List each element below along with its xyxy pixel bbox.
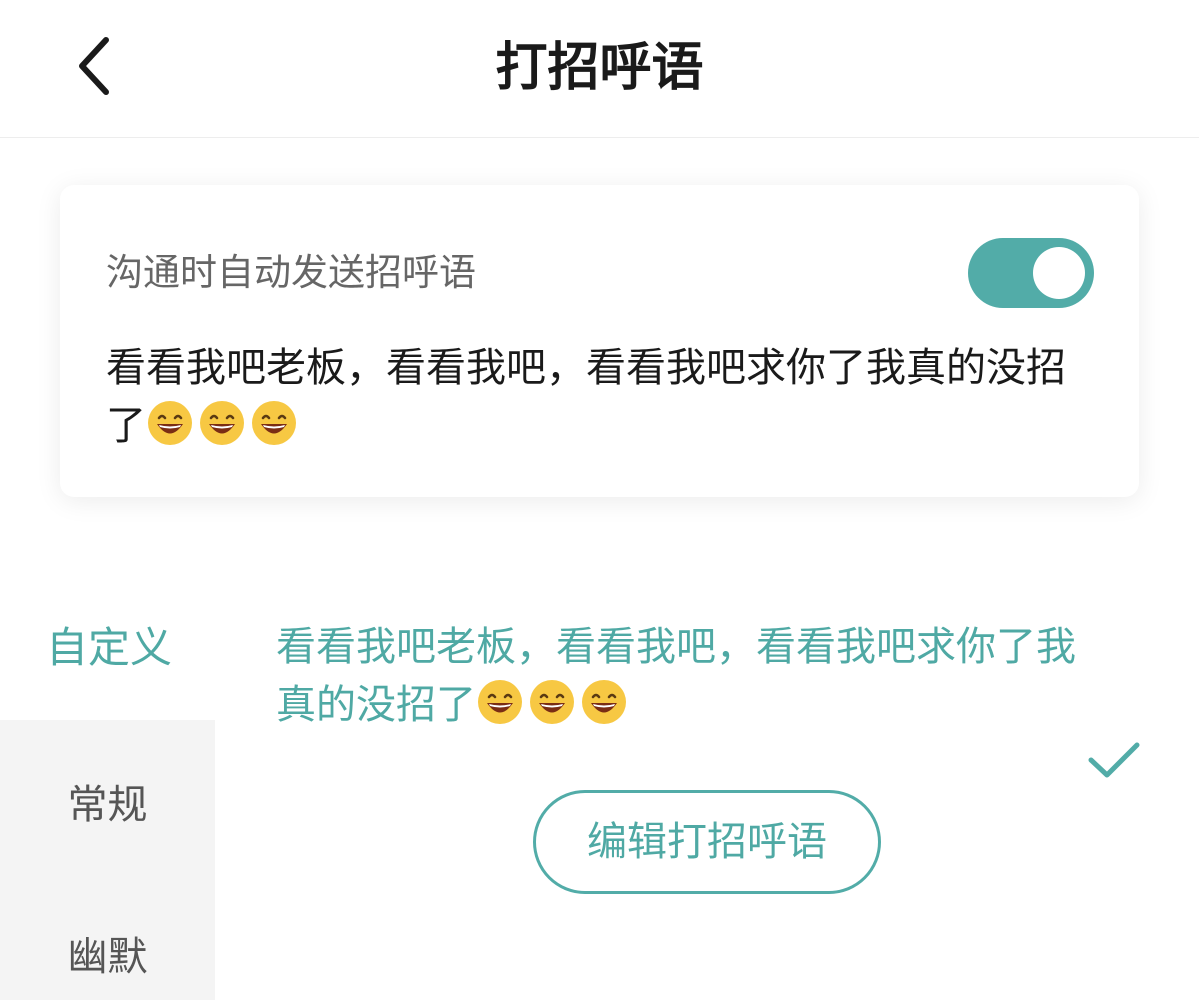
grinning-face-icon: [200, 401, 244, 445]
grinning-face-icon: [582, 680, 626, 724]
auto-send-label: 沟通时自动发送招呼语: [106, 251, 476, 294]
greeting-option-text: 看看我吧老板，看看我吧，看看我吧求你了我真的没招了: [276, 624, 1076, 728]
greeting-option-item[interactable]: 看看我吧老板，看看我吧，看看我吧求你了我真的没招了: [276, 618, 1096, 734]
grinning-face-icon: [530, 680, 574, 724]
category-sidebar: 常规 幽默: [0, 720, 215, 1000]
header-bar: 打招呼语: [0, 0, 1199, 138]
grinning-face-icon: [252, 401, 296, 445]
current-greeting-message: 看看我吧老板，看看我吧，看看我吧求你了我真的没招了: [106, 339, 1096, 455]
greeting-settings-card: 沟通时自动发送招呼语 看看我吧老板，看看我吧，看看我吧求你了我真的没招了: [60, 185, 1139, 497]
category-tab-regular[interactable]: 常规: [0, 772, 215, 830]
selected-check-icon: [1088, 742, 1140, 778]
toggle-knob: [1033, 247, 1085, 299]
edit-greeting-button[interactable]: 编辑打招呼语: [533, 790, 881, 894]
category-tab-humor[interactable]: 幽默: [0, 924, 215, 982]
auto-send-toggle[interactable]: [968, 238, 1094, 308]
grinning-face-icon: [478, 680, 522, 724]
page-title: 打招呼语: [495, 38, 704, 98]
grinning-face-icon: [148, 401, 192, 445]
category-tab-custom[interactable]: 自定义: [46, 622, 172, 674]
